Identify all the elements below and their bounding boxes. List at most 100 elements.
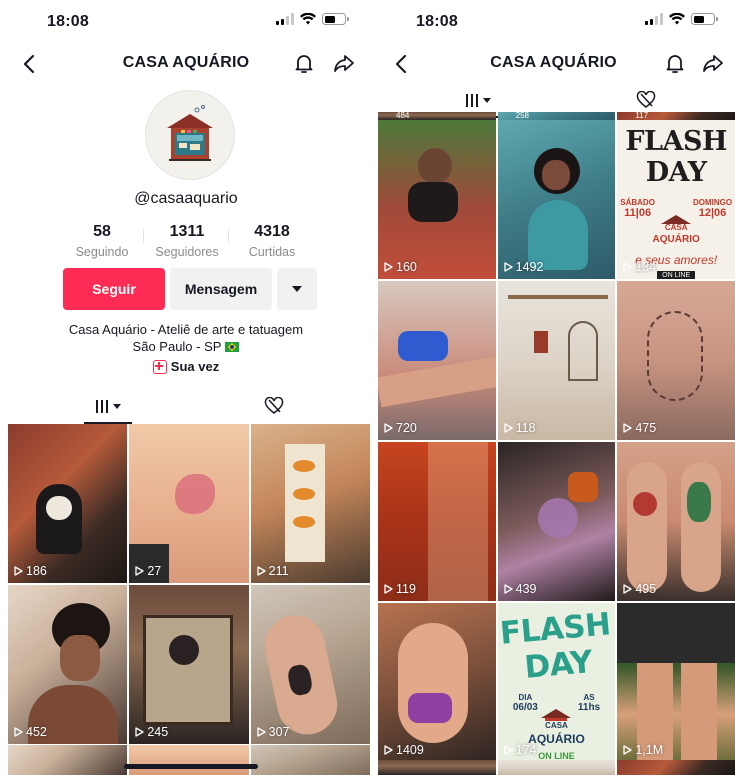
- stat-label: Seguindo: [75, 245, 129, 259]
- play-icon: [623, 584, 632, 594]
- play-icon: [504, 423, 513, 433]
- view-count: 211: [257, 564, 289, 578]
- video-thumbnail[interactable]: [497, 760, 616, 775]
- bell-icon[interactable]: [292, 51, 316, 75]
- bio: Casa Aquário - Ateliê de arte e tatuagem…: [0, 321, 372, 355]
- stat-label: Curtidas: [248, 245, 296, 259]
- casa-aquario-logo-icon: [167, 105, 213, 161]
- bio-line: Casa Aquário - Ateliê de arte e tatuagem: [68, 322, 304, 337]
- video-grid: 186 27 211 452 245 307: [8, 424, 370, 744]
- flash-day-brand: AQUÁRIO: [652, 233, 700, 245]
- video-thumbnail[interactable]: 27: [129, 424, 249, 583]
- video-thumbnail[interactable]: 119: [378, 442, 496, 601]
- video-thumbnail[interactable]: 258: [497, 112, 616, 120]
- flash-day-poster: FLASH DAY SÁBADO 11|06 DOMINGO 12|06 CASA …: [617, 120, 735, 279]
- follow-button[interactable]: Seguir: [63, 268, 165, 310]
- profile-screen-left: 18:08 CASA AQUÁRIO @casaaquario 58 Segui…: [0, 0, 372, 775]
- flash-day-online: ON LINE: [657, 270, 696, 279]
- nav-bar: CASA AQUÁRIO: [372, 44, 735, 84]
- video-thumbnail[interactable]: 1,1M: [617, 603, 735, 762]
- video-thumbnail[interactable]: 186: [8, 424, 128, 583]
- message-button[interactable]: Mensagem: [170, 268, 272, 310]
- video-thumbnail[interactable]: 117: [617, 112, 735, 120]
- video-thumbnail[interactable]: [8, 745, 128, 775]
- status-icons: [276, 13, 349, 25]
- play-icon: [384, 584, 393, 594]
- sua-vez-link[interactable]: Sua vez: [0, 359, 372, 374]
- play-icon: [623, 423, 632, 433]
- video-thumbnail[interactable]: 452: [8, 585, 128, 744]
- view-count: 186: [14, 564, 47, 578]
- share-arrow-icon[interactable]: [701, 51, 725, 75]
- view-count: 117: [635, 112, 649, 120]
- play-icon: [504, 584, 513, 594]
- video-thumbnail[interactable]: 245: [129, 585, 249, 744]
- video-thumbnail[interactable]: 118: [497, 281, 616, 440]
- bell-icon[interactable]: [663, 51, 687, 75]
- video-thumbnail[interactable]: 720: [378, 281, 496, 440]
- tab-videos[interactable]: [84, 388, 132, 424]
- video-thumbnail[interactable]: FLASH DAY SÁBADO 11|06 DOMINGO 12|06 CASA …: [617, 120, 735, 279]
- video-thumbnail[interactable]: 307: [250, 585, 370, 744]
- wifi-icon: [669, 13, 685, 25]
- video-grid-previous-row: 484 258 117: [378, 112, 735, 120]
- flash-day-title: FLASH DAY: [625, 125, 727, 188]
- nav-title: CASA AQUÁRIO: [122, 54, 250, 71]
- view-count: 119: [384, 582, 416, 596]
- video-thumbnail[interactable]: [250, 745, 370, 775]
- view-count: 439: [504, 582, 537, 596]
- view-count: 475: [623, 421, 656, 435]
- video-thumbnail[interactable]: [378, 760, 496, 775]
- wifi-icon: [300, 13, 316, 25]
- content-tabs: [0, 388, 372, 424]
- hidden-heart-icon: [264, 397, 284, 414]
- stat-following[interactable]: 58 Seguindo: [62, 223, 142, 259]
- view-count: 720: [384, 421, 417, 435]
- stat-followers[interactable]: 1311 Seguidores: [143, 223, 227, 259]
- play-icon: [14, 566, 23, 576]
- play-icon: [504, 262, 513, 272]
- video-thumbnail[interactable]: 475: [617, 281, 735, 440]
- play-icon: [135, 566, 144, 576]
- view-count: 484: [396, 112, 410, 120]
- play-icon: [623, 262, 632, 272]
- video-thumbnail[interactable]: 1409: [378, 603, 496, 762]
- flash-day-title: FLASH DAY: [498, 606, 612, 686]
- brazil-flag-icon: [225, 341, 240, 352]
- stat-label: Seguidores: [155, 245, 219, 259]
- play-icon: [257, 727, 266, 737]
- video-thumbnail[interactable]: 495: [617, 442, 735, 601]
- status-time: 18:08: [47, 13, 89, 30]
- video-thumbnail[interactable]: 439: [497, 442, 616, 601]
- stat-value: 58: [93, 223, 111, 240]
- stat-value: 4318: [254, 223, 290, 240]
- more-options-button[interactable]: [277, 268, 317, 310]
- bio-location: São Paulo - SP: [0, 338, 372, 355]
- video-thumbnail[interactable]: 160: [378, 120, 496, 279]
- view-count: 452: [14, 725, 47, 739]
- battery-icon: [322, 13, 349, 25]
- grid-icon: [95, 399, 121, 413]
- play-icon: [504, 745, 513, 755]
- tab-liked[interactable]: [254, 388, 294, 424]
- play-icon: [257, 566, 266, 576]
- video-thumbnail[interactable]: 1492: [497, 120, 616, 279]
- avatar[interactable]: [145, 90, 235, 180]
- video-thumbnail[interactable]: 211: [250, 424, 370, 583]
- stat-likes[interactable]: 4318 Curtidas: [228, 223, 312, 259]
- video-thumbnail[interactable]: 484: [378, 112, 496, 120]
- video-grid-next-row: [8, 745, 370, 775]
- profile-actions: Seguir Mensagem: [63, 268, 317, 310]
- house-logo-icon: [541, 709, 572, 721]
- view-count: 1492: [504, 260, 543, 274]
- video-thumbnail[interactable]: [129, 745, 249, 775]
- stat-value: 1311: [169, 223, 205, 240]
- view-count: 495: [623, 582, 656, 596]
- sua-vez-label: Sua vez: [170, 359, 220, 374]
- view-count: 134: [623, 260, 656, 274]
- username: @casaaquario: [134, 190, 238, 207]
- play-icon: [14, 727, 23, 737]
- share-arrow-icon[interactable]: [332, 51, 356, 75]
- video-thumbnail[interactable]: FLASH DAY DIA 06/03 AS 11hs CASA AQUÁRIO O…: [497, 603, 616, 762]
- video-thumbnail[interactable]: [617, 760, 735, 775]
